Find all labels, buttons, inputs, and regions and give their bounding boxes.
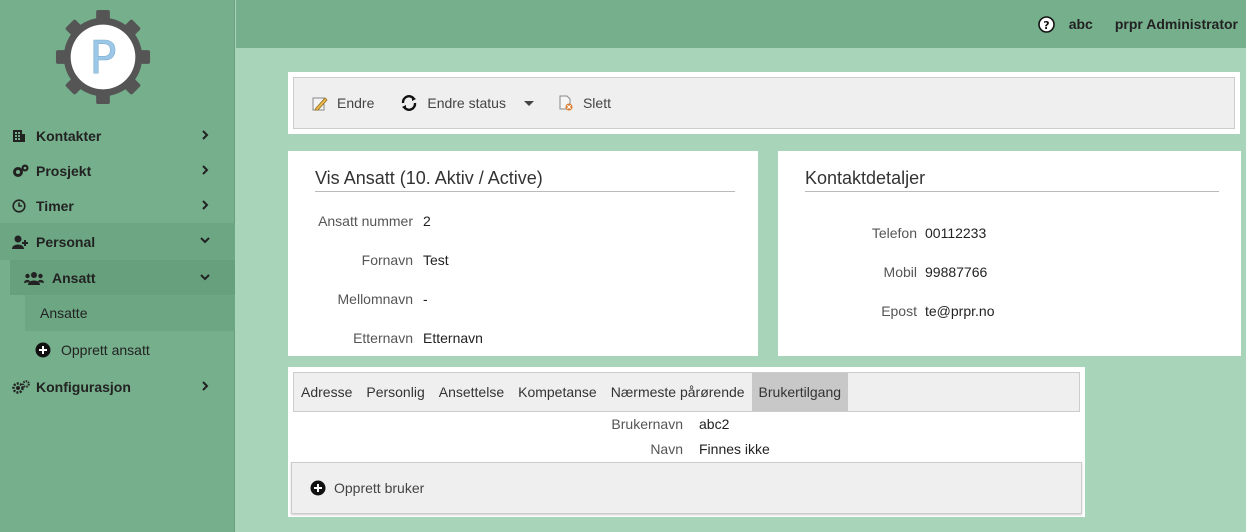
sidebar-nav: Kontakter Prosjekt Timer Personal Ansatt…: [0, 118, 235, 404]
chevron-right-icon: [202, 200, 209, 210]
sidebar-item-label: Ansatt: [52, 269, 96, 286]
toolbar: Endre Endre status Slett: [293, 77, 1235, 129]
chevron-right-icon: [202, 165, 209, 175]
logo-letter: P: [89, 32, 116, 85]
field-row: Mobil 99887766: [778, 264, 988, 280]
field-value: Test: [423, 252, 449, 268]
create-user-label: Opprett bruker: [334, 480, 425, 496]
refresh-icon: [402, 95, 417, 111]
sidebar-item-ansatt[interactable]: Ansatt: [10, 260, 235, 295]
building-icon: [12, 129, 32, 143]
question-circle-icon[interactable]: ?: [1037, 15, 1055, 33]
field-label: Mellomnavn: [337, 291, 413, 307]
chevron-right-icon: [202, 130, 209, 140]
sidebar-item-kontakter[interactable]: Kontakter: [0, 118, 235, 153]
delete-document-icon: [559, 95, 573, 111]
plus-circle-icon: [35, 342, 51, 358]
tab-brukertilgang[interactable]: Brukertilgang: [751, 373, 849, 411]
clock-icon: [12, 198, 32, 213]
employee-card: Vis Ansatt (10. Aktiv / Active) Ansatt n…: [288, 151, 758, 356]
sidebar-item-timer[interactable]: Timer: [0, 188, 235, 223]
field-row: Fornavn Test: [288, 252, 449, 268]
field-row: Epost te@prpr.no: [778, 303, 994, 319]
gears-icon: [12, 379, 32, 394]
field-label: Brukernavn: [611, 416, 683, 432]
sidebar-item-label: Timer: [36, 197, 74, 214]
svg-text:?: ?: [1043, 18, 1049, 31]
field-value: Finnes ikke: [699, 441, 770, 457]
sidebar-item-prosjekt[interactable]: Prosjekt: [0, 153, 235, 188]
sidebar-item-label: Konfigurasjon: [36, 378, 131, 395]
sidebar-item-label: Prosjekt: [36, 162, 92, 179]
field-row: Etternavn Etternavn: [288, 330, 483, 346]
chevron-down-icon: [200, 237, 210, 244]
field-label: Mobil: [883, 264, 917, 280]
tab-kompetanse[interactable]: Kompetanse: [511, 373, 604, 411]
plus-circle-icon: [310, 480, 326, 496]
create-user-button[interactable]: Opprett bruker: [310, 480, 424, 496]
field-value: Etternavn: [423, 330, 483, 346]
change-status-label: Endre status: [427, 95, 506, 111]
tab-adresse[interactable]: Adresse: [294, 373, 359, 411]
sidebar-item-label: Opprett ansatt: [61, 342, 150, 358]
project-icon: [12, 164, 32, 178]
delete-button[interactable]: Slett: [558, 95, 611, 111]
edit-button[interactable]: Endre: [312, 95, 374, 111]
sidebar-item-opprett-ansatt[interactable]: Opprett ansatt: [25, 331, 235, 369]
toolbar-panel: Endre Endre status Slett: [288, 72, 1240, 134]
delete-label: Slett: [582, 95, 611, 111]
field-row: Ansatt nummer 2: [288, 213, 431, 229]
tab-naermeste-parorende[interactable]: Nærmeste pårørende: [604, 373, 752, 411]
field-value: abc2: [699, 416, 730, 432]
sidebar: P Kontakter Prosjekt Timer Personal Ansa…: [0, 0, 235, 532]
employee-title: Vis Ansatt (10. Aktiv / Active): [315, 168, 735, 192]
chevron-down-icon: [200, 274, 210, 281]
field-value: 00112233: [925, 225, 987, 241]
tab-ansettelse[interactable]: Ansettelse: [432, 373, 511, 411]
sidebar-item-personal[interactable]: Personal: [0, 223, 235, 260]
tab-bar: Adresse Personlig Ansettelse Kompetanse …: [293, 372, 1080, 412]
field-value: 2: [423, 213, 431, 229]
field-label: Telefon: [871, 225, 917, 241]
caret-down-icon[interactable]: [523, 100, 534, 106]
field-value: -: [423, 291, 428, 307]
sidebar-item-ansatte[interactable]: Ansatte: [25, 295, 235, 331]
field-row: Mellomnavn -: [288, 291, 428, 307]
field-value: 99887766: [925, 264, 988, 280]
field-row: Navn Finnes ikke: [288, 441, 770, 457]
field-row: Telefon 00112233: [778, 225, 986, 241]
top-bar: ? abc prpr Administrator: [236, 0, 1246, 48]
change-status-button[interactable]: Endre status: [400, 94, 558, 112]
logo-gear-icon[interactable]: P: [54, 8, 152, 106]
users-icon: [24, 271, 46, 285]
sidebar-item-konfigurasjon[interactable]: Konfigurasjon: [0, 369, 235, 404]
field-label: Fornavn: [361, 252, 413, 268]
field-value[interactable]: te@prpr.no: [925, 303, 994, 319]
user-icon: [12, 235, 32, 249]
contact-card: Kontaktdetaljer Telefon 00112233 Mobil 9…: [778, 151, 1241, 356]
field-label: Ansatt nummer: [318, 213, 413, 229]
edit-pencil-icon: [312, 97, 328, 111]
details-tabs-card: Adresse Personlig Ansettelse Kompetanse …: [288, 367, 1085, 517]
sidebar-item-label: Kontakter: [36, 127, 102, 144]
sidebar-item-label: Ansatte: [40, 305, 88, 321]
field-label: Epost: [881, 303, 917, 319]
field-label: Navn: [650, 441, 683, 457]
chevron-right-icon: [202, 381, 209, 391]
username[interactable]: abc: [1069, 16, 1093, 32]
edit-label: Endre: [337, 95, 375, 111]
user-actions-bar: Opprett bruker: [291, 462, 1082, 514]
sidebar-item-label: Personal: [36, 233, 96, 250]
field-label: Etternavn: [353, 330, 413, 346]
contact-title: Kontaktdetaljer: [805, 168, 1219, 192]
field-row: Brukernavn abc2: [288, 416, 729, 432]
user-role[interactable]: prpr Administrator: [1115, 16, 1238, 32]
tab-personlig[interactable]: Personlig: [359, 373, 431, 411]
